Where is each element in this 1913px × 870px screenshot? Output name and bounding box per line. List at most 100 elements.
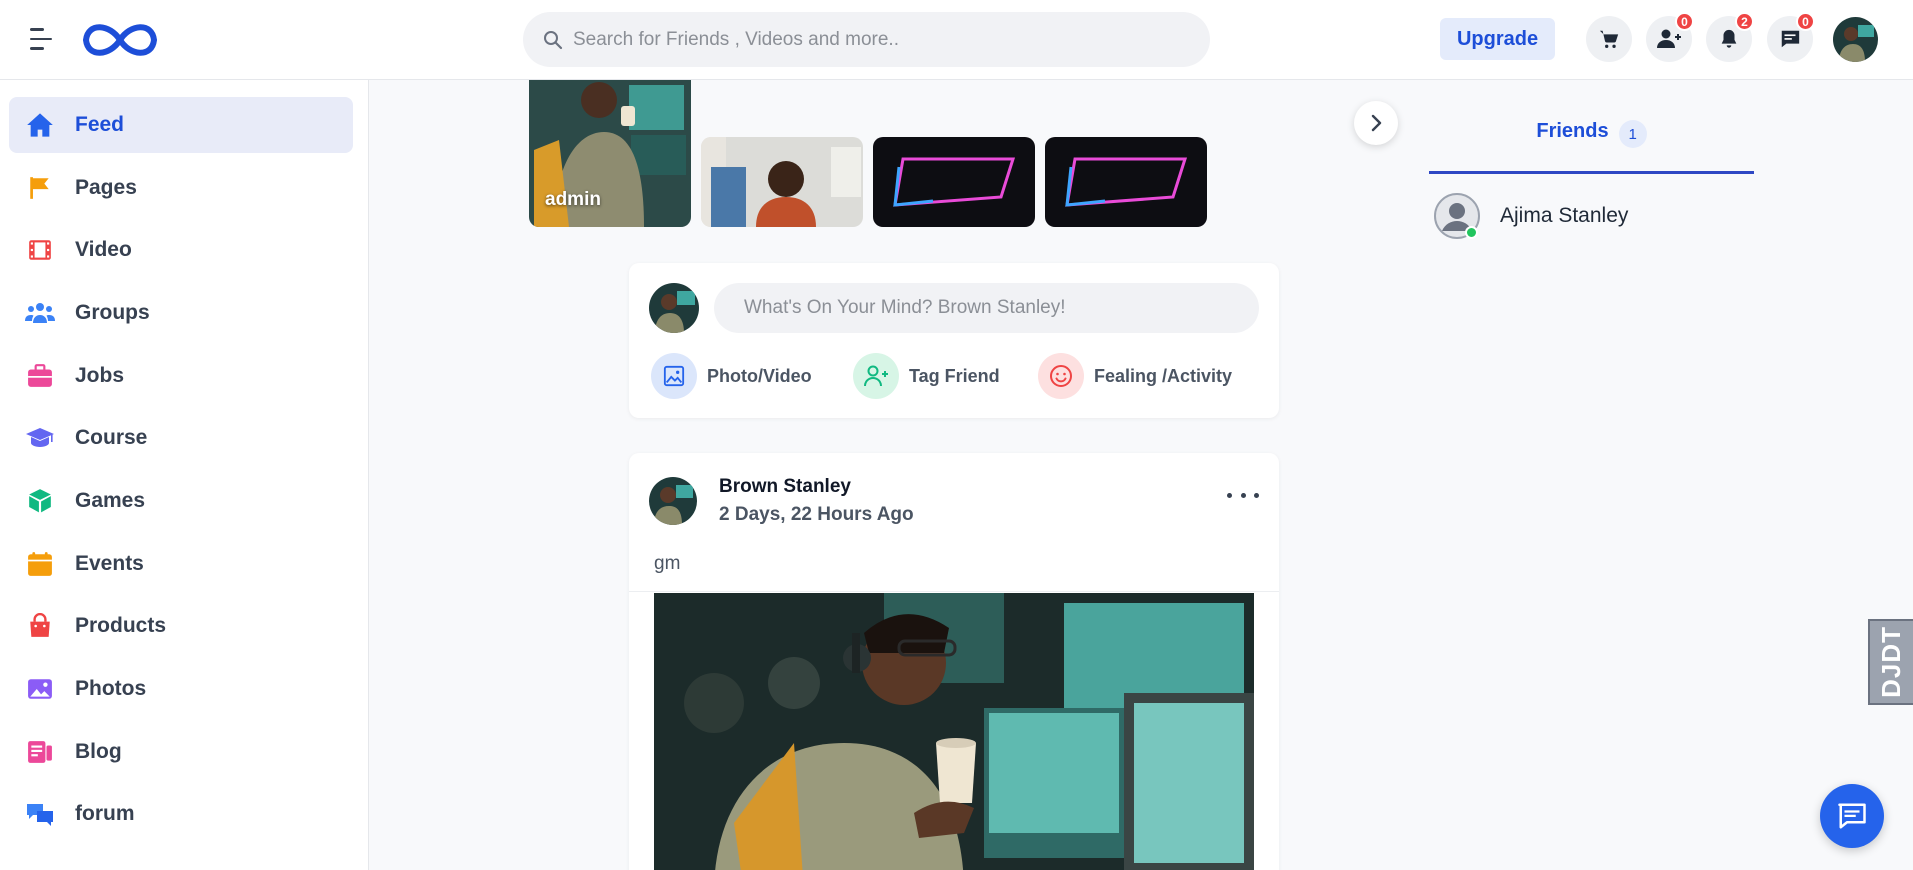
feeling-activity-button[interactable]: Fealing /Activity	[1038, 353, 1232, 399]
friend-requests-button[interactable]: 0	[1646, 12, 1694, 62]
post-timestamp: 2 Days, 22 Hours Ago	[719, 504, 914, 525]
gift-icon	[27, 864, 53, 870]
sidebar-item-photos[interactable]: Photos	[9, 661, 353, 717]
debug-toolbar-toggle[interactable]: DJDT	[1868, 619, 1913, 705]
more-dot-icon	[1254, 492, 1259, 498]
friend-requests-badge: 0	[1675, 12, 1694, 31]
sidebar-item-feed[interactable]: Feed	[9, 97, 353, 153]
story-card-4[interactable]	[1045, 137, 1207, 227]
post-image[interactable]	[654, 593, 1254, 870]
film-icon	[29, 240, 51, 260]
message-icon	[1780, 30, 1800, 48]
top-header: Upgrade 0 2 0	[0, 0, 1913, 80]
sidebar-item-games[interactable]: Games	[9, 473, 353, 529]
sidebar-item-label: Events	[75, 552, 144, 575]
sidebar-item-label: Feed	[75, 113, 125, 136]
sidebar-item-label: Games	[75, 489, 146, 512]
feed-post: Brown Stanley 2 Days, 22 Hours Ago gm	[629, 453, 1279, 870]
action-label: Fealing /Activity	[1094, 365, 1233, 386]
sidebar-item-label: Photos	[75, 677, 147, 700]
sidebar-item-pages[interactable]: Pages	[9, 160, 353, 216]
chevron-right-icon	[1371, 114, 1382, 132]
post-composer: Photo/Video Tag Friend Fealing /Activity	[629, 263, 1279, 418]
composer-avatar[interactable]	[649, 283, 699, 333]
online-status-dot	[1465, 226, 1478, 239]
tab-friends[interactable]: Friends 1	[1429, 110, 1754, 174]
search-icon	[544, 31, 563, 50]
more-dot-icon	[1227, 492, 1232, 498]
graduation-cap-icon	[26, 428, 54, 447]
sidebar-item-label: forum	[75, 802, 135, 825]
tag-friend-button[interactable]: Tag Friend	[853, 353, 1000, 399]
sidebar-item-label: Products	[75, 614, 167, 637]
bell-icon	[1721, 29, 1737, 48]
post-author-name[interactable]: Brown Stanley	[719, 476, 851, 498]
sidebar-item-products[interactable]: Products	[9, 598, 353, 654]
composer-input[interactable]	[714, 283, 1259, 333]
debug-toolbar-label: DJDT	[1876, 626, 1906, 698]
sidebar-item-label: Video	[75, 238, 132, 261]
sidebar-item-forum[interactable]: forum	[9, 786, 353, 842]
chat-fab-button[interactable]	[1820, 784, 1884, 848]
chat-icon	[1838, 803, 1866, 829]
search-input[interactable]	[573, 12, 1193, 67]
sidebar-item-partial[interactable]	[9, 849, 353, 870]
story-card-3[interactable]	[873, 137, 1035, 227]
flag-icon	[30, 177, 49, 199]
stories-next-button[interactable]	[1354, 101, 1398, 145]
story-image	[1045, 137, 1207, 227]
upgrade-button[interactable]: Upgrade	[1440, 18, 1555, 60]
menu-toggle-icon[interactable]	[30, 28, 56, 50]
post-text: gm	[654, 553, 681, 574]
cube-icon	[29, 489, 51, 513]
user-plus-icon	[1657, 29, 1681, 48]
blog-icon	[28, 741, 52, 763]
home-icon	[27, 113, 53, 137]
sidebar-item-groups[interactable]: Groups	[9, 285, 353, 341]
post-divider	[629, 591, 1279, 592]
users-icon	[25, 303, 55, 323]
more-dot-icon	[1240, 492, 1246, 498]
messages-badge: 0	[1796, 12, 1815, 31]
logo-icon[interactable]	[80, 18, 160, 62]
story-label: admin	[545, 189, 601, 210]
friends-count-badge: 1	[1618, 120, 1647, 148]
calendar-icon	[28, 552, 52, 576]
story-image	[873, 137, 1035, 227]
sidebar-item-events[interactable]: Events	[9, 536, 353, 592]
cart-icon	[1599, 30, 1619, 48]
smile-icon	[1050, 365, 1072, 387]
cart-button[interactable]	[1586, 16, 1632, 62]
user-plus-icon	[864, 365, 888, 387]
chat-bubbles-icon	[27, 804, 53, 826]
notifications-button[interactable]: 2	[1706, 12, 1754, 62]
photo-icon	[663, 365, 685, 387]
sidebar-item-course[interactable]: Course	[9, 410, 353, 466]
action-label: Tag Friend	[909, 365, 1000, 386]
briefcase-icon	[28, 364, 52, 387]
friend-name: Ajima Stanley	[1500, 204, 1629, 227]
action-label: Photo/Video	[707, 365, 812, 386]
tab-friends-label: Friends	[1536, 120, 1609, 142]
search-bar[interactable]	[523, 12, 1210, 67]
sidebar-item-label: Jobs	[75, 364, 125, 387]
friend-list-item[interactable]: Ajima Stanley	[1434, 192, 1754, 240]
sidebar-item-label: Pages	[75, 176, 137, 199]
sidebar-item-blog[interactable]: Blog	[9, 724, 353, 780]
image-icon	[28, 679, 52, 699]
post-author-avatar[interactable]	[649, 477, 697, 525]
story-image	[701, 137, 863, 227]
sidebar-item-jobs[interactable]: Jobs	[9, 348, 353, 404]
notifications-badge: 2	[1735, 12, 1754, 31]
post-options-button[interactable]	[1227, 485, 1259, 505]
story-card-2[interactable]	[701, 137, 863, 227]
sidebar-item-label: Blog	[75, 740, 122, 763]
shopping-bag-icon	[30, 613, 50, 637]
messages-button[interactable]: 0	[1767, 12, 1815, 62]
friend-avatar	[1434, 193, 1480, 239]
sidebar: Feed Pages Video Groups Jobs Course Game…	[0, 80, 369, 870]
photo-video-button[interactable]: Photo/Video	[651, 353, 812, 399]
story-card-admin[interactable]: admin	[529, 70, 691, 227]
profile-avatar[interactable]	[1833, 17, 1878, 62]
sidebar-item-video[interactable]: Video	[9, 222, 353, 278]
